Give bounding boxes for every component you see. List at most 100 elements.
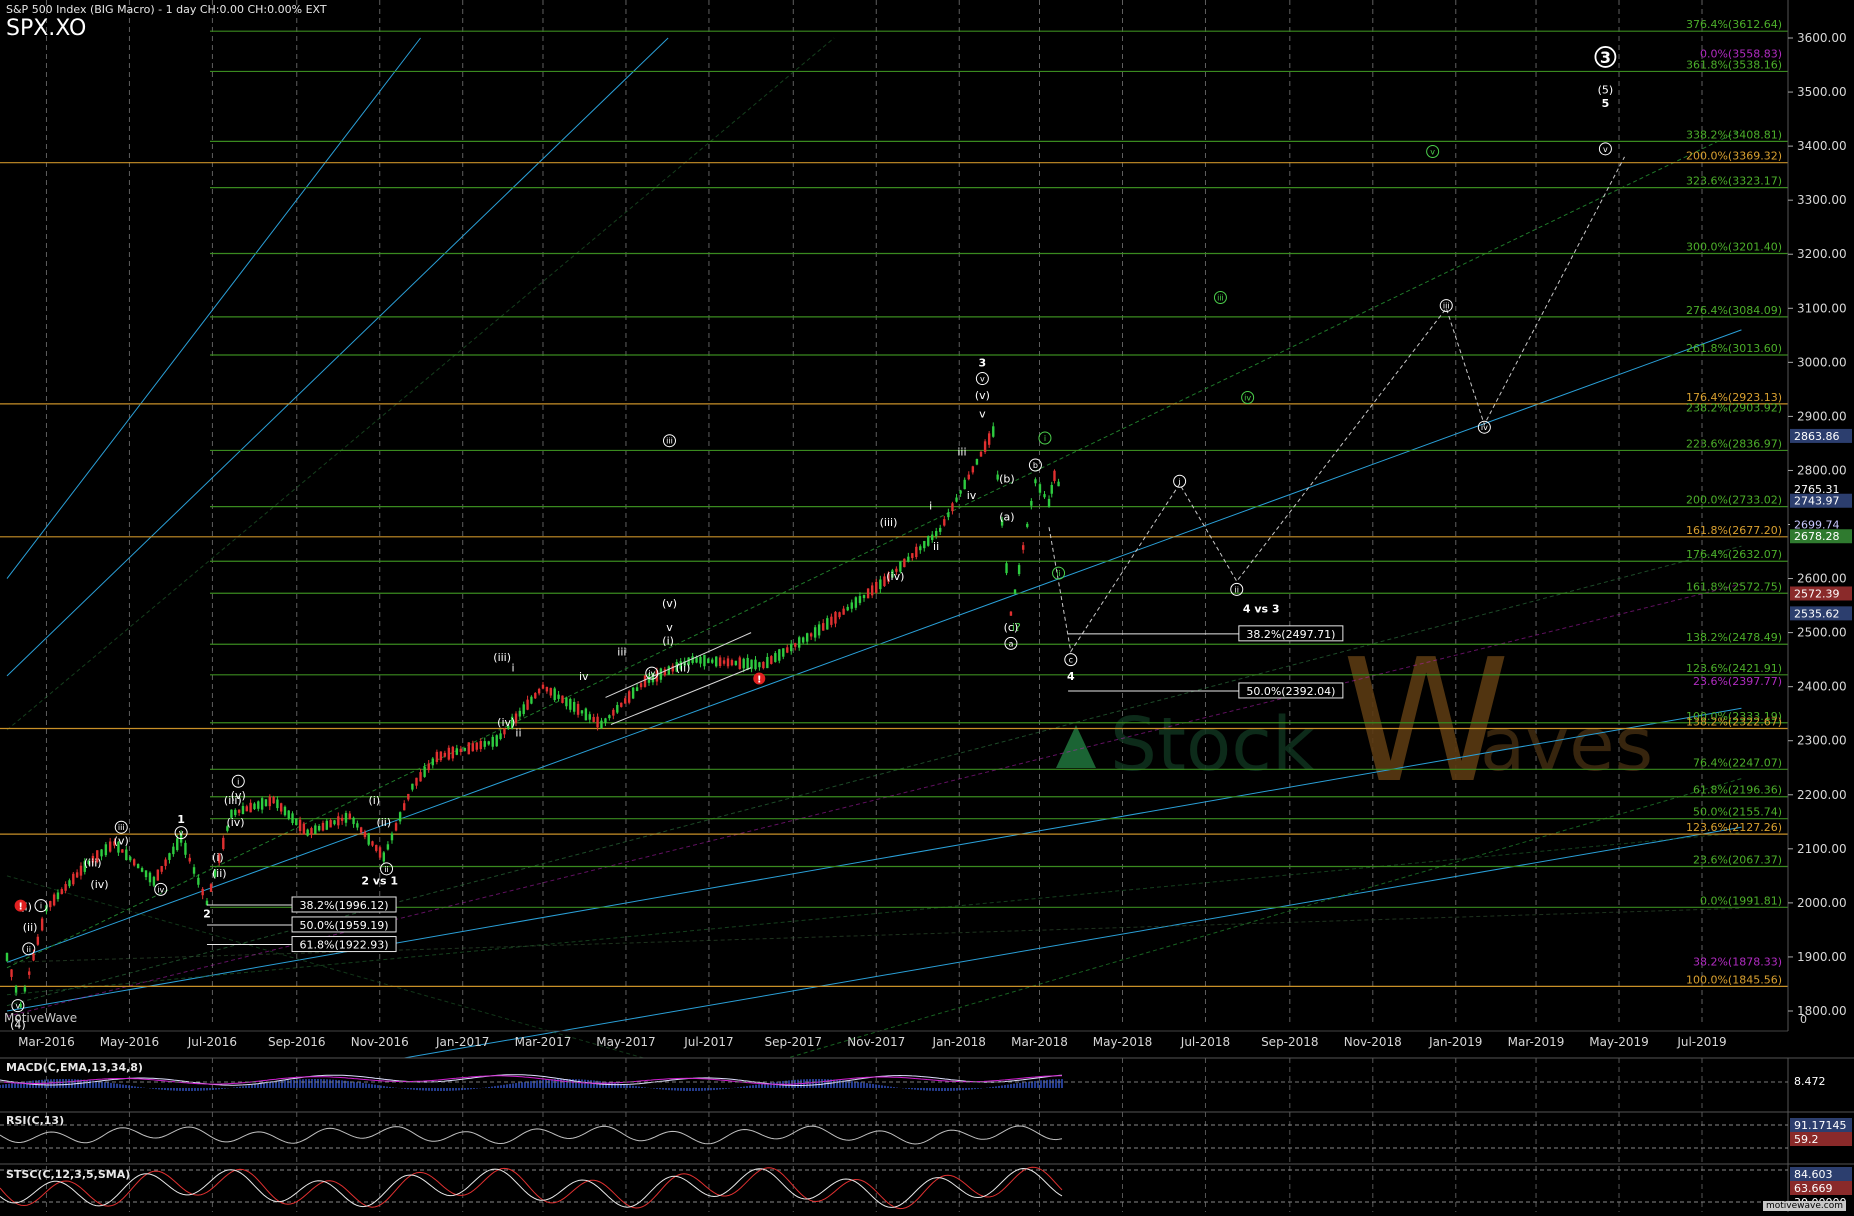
candle-body <box>367 833 370 845</box>
trendline <box>763 778 1742 1066</box>
x-tick-label: May-2017 <box>596 1035 655 1049</box>
wave-label: (iv) <box>886 570 904 583</box>
wave-label: ii <box>384 865 388 874</box>
fib-label: 300.0%(3201.40) <box>1686 240 1782 253</box>
wave-label: iii <box>1217 293 1224 302</box>
candle-body <box>129 856 132 861</box>
trendline <box>6 707 1742 1012</box>
candle-body <box>314 825 317 834</box>
candle-body <box>340 817 344 821</box>
wave-labels-layer: 3(5)5vviiiiiiiviviiiiii4 vs 3c43v(v)vb(b… <box>10 46 1617 1032</box>
candle-body <box>100 849 103 857</box>
wave-label: iii <box>957 446 966 459</box>
price-tag-label: 2863.86 <box>1794 430 1840 443</box>
rsi-title: RSI(C,13) <box>6 1114 64 1127</box>
x-tick-label: May-2019 <box>1589 1035 1648 1049</box>
candle-body <box>870 585 874 596</box>
candle-body <box>337 816 340 826</box>
candle-body <box>834 611 837 624</box>
candle-body <box>140 868 144 872</box>
candle-body <box>967 474 970 480</box>
candle-body <box>279 803 283 812</box>
candle-body <box>663 669 667 676</box>
wave-label: (ii) <box>212 867 227 880</box>
candle-body <box>875 581 878 593</box>
candle-body <box>923 540 926 549</box>
red-alert-mark: ! <box>18 902 23 913</box>
candle-body <box>1034 479 1037 484</box>
wave-label: (i) <box>368 794 380 807</box>
trendlines-layer <box>6 37 1742 1066</box>
candle-body <box>253 803 256 810</box>
fib-label: 338.2%(3408.81) <box>1686 128 1782 141</box>
wave-label: iii <box>666 437 673 446</box>
candle-body <box>407 793 410 800</box>
trendline <box>6 37 669 677</box>
candle-body <box>584 708 588 721</box>
x-tick-label: Jul-2017 <box>683 1035 733 1049</box>
candle-body <box>249 802 252 813</box>
fib-label: 361.8%(3538.16) <box>1686 58 1782 71</box>
rsi-value-label: 91.17145 <box>1794 1119 1847 1132</box>
wave-label: 2 <box>203 908 211 921</box>
candle-body <box>378 847 382 858</box>
y-tick-label: 3600.00 <box>1797 31 1847 45</box>
candle-body <box>205 900 209 906</box>
x-tick-label: Mar-2019 <box>1508 1035 1565 1049</box>
y-tick-label: 2400.00 <box>1797 680 1847 694</box>
fib-label: 261.8%(3013.60) <box>1686 342 1782 355</box>
candle-body <box>561 695 564 703</box>
candle-body <box>817 624 821 636</box>
candle-body <box>1038 484 1042 493</box>
candle-body <box>487 741 490 745</box>
motivewave-url[interactable]: motivewave.com <box>1763 1201 1846 1211</box>
candle-body <box>168 853 171 860</box>
candle-body <box>79 865 83 876</box>
wave-label: (iii) <box>84 856 102 869</box>
rsi-value-label: 59.2 <box>1794 1133 1819 1146</box>
candle-body <box>911 553 914 559</box>
candle-body <box>979 451 983 457</box>
candle-body <box>545 686 549 692</box>
candle-body <box>394 823 398 831</box>
wave-label: (v) <box>975 389 990 402</box>
price-chart[interactable]: Stock W aves 376.4%(3612.64)0.0%(3558.83… <box>0 0 1854 1212</box>
candle-body <box>526 699 529 710</box>
y-tick-label: 3500.00 <box>1797 85 1847 99</box>
candle-body <box>463 747 467 751</box>
fib-label: 223.6%(2836.97) <box>1686 437 1782 450</box>
candle-body <box>639 683 643 688</box>
candle-body <box>201 888 204 896</box>
wave-label: (iv) <box>226 816 244 829</box>
candle-body <box>125 849 128 861</box>
candle-body <box>935 531 938 537</box>
x-tick-label: Nov-2016 <box>351 1035 409 1049</box>
candle-body <box>371 841 374 846</box>
candle-body <box>726 658 730 667</box>
trendline <box>6 907 1742 963</box>
candle-body <box>608 715 611 719</box>
candle-body <box>711 659 714 663</box>
candle-body <box>382 852 386 862</box>
candle-body <box>302 823 306 835</box>
fib-label: 138.2%(2478.49) <box>1686 631 1782 644</box>
candle-body <box>257 801 260 809</box>
candle-body <box>241 806 245 815</box>
stsc-title: STSC(C,12,3,5,SMA) <box>6 1168 130 1181</box>
indicators-layer: MACD(C,EMA,13,34,8) 8.472 RSI(C,13) 91.1714… <box>0 1057 1854 1212</box>
candle-body <box>770 656 773 664</box>
wave-label: 5 <box>1602 97 1610 110</box>
candle-body <box>903 558 906 568</box>
y-tick-label: 2100.00 <box>1797 842 1847 856</box>
candle-body <box>325 820 329 830</box>
candle-body <box>738 657 741 670</box>
candle-body <box>786 647 789 653</box>
x-tick-label: Nov-2018 <box>1344 1035 1402 1049</box>
candle-body <box>321 822 325 831</box>
retracement-label: 38.2%(2497.71) <box>1246 628 1335 641</box>
wave-label: (a) <box>999 510 1014 523</box>
candle-body <box>172 846 175 855</box>
candle-body <box>1047 498 1051 507</box>
candle-body <box>36 936 40 945</box>
candle-body <box>569 698 572 710</box>
